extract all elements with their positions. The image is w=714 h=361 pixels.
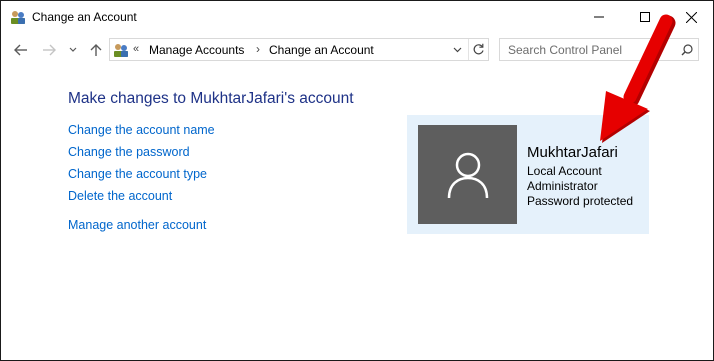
forward-button[interactable] (37, 37, 61, 63)
refresh-icon (473, 43, 484, 55)
breadcrumb-manage-accounts[interactable]: Manage Accounts (149, 43, 244, 57)
back-button[interactable] (9, 37, 33, 63)
account-type: Local Account (527, 164, 602, 178)
chevron-down-icon (69, 47, 77, 52)
breadcrumb-separator[interactable]: › (256, 42, 260, 56)
change-password-link[interactable]: Change the password (68, 145, 190, 159)
refresh-button[interactable] (468, 39, 488, 60)
chevron-down-icon (453, 47, 461, 53)
recent-locations-button[interactable] (65, 37, 81, 63)
control-panel-icon (113, 42, 129, 58)
manage-another-account-link[interactable]: Manage another account (68, 218, 206, 232)
close-icon (685, 11, 697, 23)
up-arrow-icon (90, 44, 102, 56)
avatar (418, 125, 517, 224)
delete-account-link[interactable]: Delete the account (68, 189, 172, 203)
account-role: Administrator (527, 179, 598, 193)
back-arrow-icon (14, 44, 27, 56)
user-avatar-icon (447, 152, 488, 198)
annotation-arrow-icon (600, 14, 676, 143)
window-title: Change an Account (32, 10, 137, 24)
change-account-type-link[interactable]: Change the account type (68, 167, 207, 181)
address-bar[interactable]: « Manage Accounts › Change an Account (109, 38, 489, 61)
forward-arrow-icon (43, 44, 56, 56)
user-accounts-icon (10, 9, 26, 25)
account-security: Password protected (527, 194, 634, 208)
page-title: Make changes to MukhtarJafari's account (68, 90, 354, 107)
window: Change an Account « Manage Accounts › Ch… (0, 0, 714, 361)
breadcrumb-change-account[interactable]: Change an Account (269, 43, 374, 57)
change-account-name-link[interactable]: Change the account name (68, 123, 215, 137)
up-button[interactable] (85, 37, 107, 63)
breadcrumb-overflow[interactable]: « (133, 43, 139, 55)
address-dropdown-button[interactable] (450, 42, 464, 58)
